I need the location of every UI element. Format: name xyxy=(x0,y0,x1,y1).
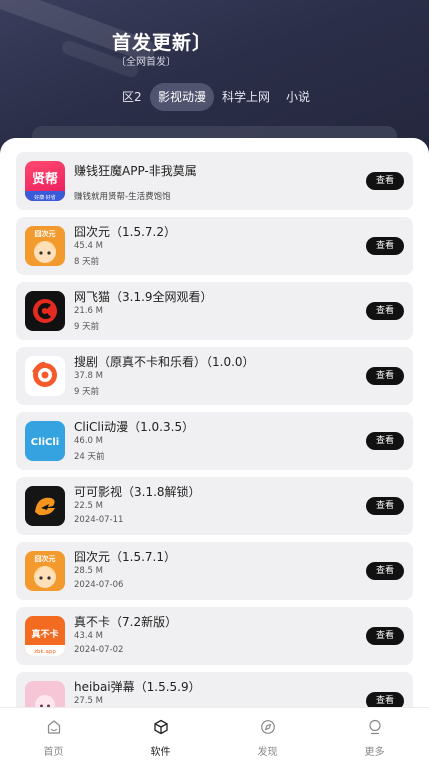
app-name: 可可影视（3.1.8解锁） xyxy=(74,485,201,499)
nav-software[interactable]: 软件 xyxy=(107,708,214,763)
list-item[interactable]: CliCli CliCli动漫（1.0.3.5） 46.0 M 24 天前 查看 xyxy=(16,412,413,470)
tab-yingshi-dongman[interactable]: 影视动漫 xyxy=(150,83,215,111)
app-date: 24 天前 xyxy=(74,452,105,462)
view-button[interactable]: 查看 xyxy=(366,172,404,190)
app-size: 46.0 M xyxy=(74,436,103,446)
app-name: 囧次元（1.5.7.2） xyxy=(74,225,176,239)
list-item[interactable]: 贤帮 好康·好省 赚钱狂魔APP-非我莫属 赚钱就用贤帮-生活费饱饱 查看 xyxy=(16,152,413,210)
app-name: 搜剧（原真不卡和乐看）（1.0.0） xyxy=(74,355,255,369)
tab-xiaoshuo[interactable]: 小说 xyxy=(278,83,318,111)
list-item[interactable]: 可可影视（3.1.8解锁） 22.5 M 2024-07-11 查看 xyxy=(16,477,413,535)
nav-label: 首页 xyxy=(43,747,64,758)
cube-icon xyxy=(154,719,168,735)
nav-home[interactable]: 首页 xyxy=(0,708,107,763)
category-tabs: 区2 影视动漫 科学上网 小说 xyxy=(0,83,429,111)
nav-label: 更多 xyxy=(364,747,385,758)
app-size: 21.6 M xyxy=(74,306,103,316)
list-item[interactable]: 搜剧（原真不卡和乐看）（1.0.0） 37.8 M 9 天前 查看 xyxy=(16,347,413,405)
icon-text: 贤帮 xyxy=(32,171,58,187)
app-date: 9 天前 xyxy=(74,387,100,397)
tab-qu2[interactable]: 区2 xyxy=(114,83,150,111)
keke-icon xyxy=(25,486,65,526)
list-item[interactable]: 真不卡 zbk.app 真不卡（7.2新版） 43.4 M 2024-07-02… xyxy=(16,607,413,665)
view-button[interactable]: 查看 xyxy=(366,562,404,580)
app-size: 37.8 M xyxy=(74,371,103,381)
compass-icon xyxy=(261,720,275,734)
app-name: 囧次元（1.5.7.1） xyxy=(74,550,176,564)
icon-subtext: 好康·好省 xyxy=(34,194,56,201)
clicli-icon: CliCli xyxy=(25,421,65,461)
icon-text: CliCli xyxy=(31,437,59,448)
icon-text: 真不卡 xyxy=(31,628,58,640)
view-button[interactable]: 查看 xyxy=(366,302,404,320)
app-name: 赚钱狂魔APP-非我莫属 xyxy=(74,164,197,178)
zhenbuka-icon: 真不卡 zbk.app xyxy=(25,616,65,656)
app-date: 9 天前 xyxy=(74,322,100,332)
nav-label: 发现 xyxy=(257,747,278,758)
souju-icon xyxy=(25,356,65,396)
nav-label: 软件 xyxy=(150,747,171,758)
view-button[interactable]: 查看 xyxy=(366,237,404,255)
jiongciyuan-icon: 囧次元 xyxy=(25,551,65,591)
xianbang-icon: 贤帮 好康·好省 xyxy=(25,161,65,201)
app-date: 2024-07-02 xyxy=(74,645,124,655)
app-size: 45.4 M xyxy=(74,241,103,251)
icon-text: 囧次元 xyxy=(35,229,56,238)
view-button[interactable]: 查看 xyxy=(366,367,404,385)
app-date: 2024-07-11 xyxy=(74,515,124,525)
jiongciyuan-icon: 囧次元 xyxy=(25,226,65,266)
view-button[interactable]: 查看 xyxy=(366,497,404,515)
icon-subtext: zbk.app xyxy=(34,649,56,655)
page-subtitle: 〔全网首发〕 xyxy=(116,57,176,68)
wangfeimao-icon xyxy=(25,291,65,331)
list-item[interactable]: 网飞猫（3.1.9全网观看） 21.6 M 9 天前 查看 xyxy=(16,282,413,340)
view-button[interactable]: 查看 xyxy=(366,627,404,645)
home-icon xyxy=(47,720,61,734)
app-size: 22.5 M xyxy=(74,501,103,511)
icon-text: 囧次元 xyxy=(35,554,56,563)
user-icon xyxy=(369,719,381,735)
page-title: 首发更新〕 xyxy=(112,32,213,54)
app-description: 赚钱就用贤帮-生活费饱饱 xyxy=(74,192,171,202)
bottom-navigation: 首页 软件 发现 更多 xyxy=(0,707,429,763)
app-date: 2024-07-06 xyxy=(74,580,124,590)
list-item[interactable]: 囧次元 囧次元（1.5.7.2） 45.4 M 8 天前 查看 xyxy=(16,217,413,275)
app-size: 27.5 M xyxy=(74,696,103,706)
view-button[interactable]: 查看 xyxy=(366,432,404,450)
list-item[interactable]: 囧次元 囧次元（1.5.7.1） 28.5 M 2024-07-06 查看 xyxy=(16,542,413,600)
app-name: CliCli动漫（1.0.3.5） xyxy=(74,420,195,434)
app-name: 真不卡（7.2新版） xyxy=(74,615,178,629)
app-size: 28.5 M xyxy=(74,566,103,576)
app-name: 网飞猫（3.1.9全网观看） xyxy=(74,290,213,304)
app-size: 43.4 M xyxy=(74,631,103,641)
nav-more[interactable]: 更多 xyxy=(321,708,428,763)
app-date: 8 天前 xyxy=(74,257,100,267)
nav-discover[interactable]: 发现 xyxy=(214,708,321,763)
app-name: heibai弹幕（1.5.5.9） xyxy=(74,680,201,694)
tab-kexue-shangwang[interactable]: 科学上网 xyxy=(214,83,278,111)
